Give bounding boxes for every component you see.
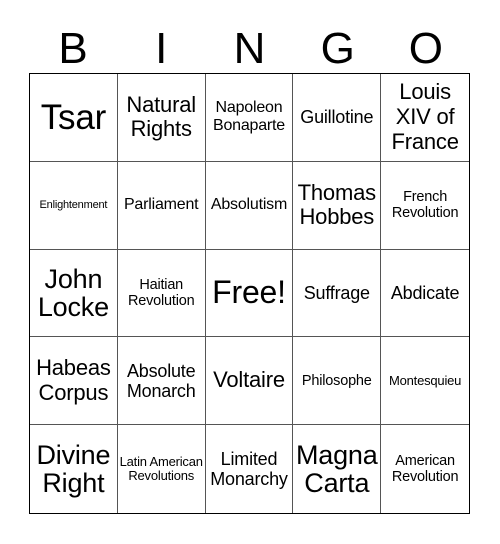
- bingo-cell[interactable]: Divine Right: [30, 425, 118, 513]
- bingo-cell[interactable]: Parliament: [117, 161, 206, 250]
- bingo-cell-text: Latin American Revolutions: [119, 453, 203, 484]
- bingo-cell[interactable]: Magna Carta: [293, 425, 382, 513]
- bingo-cell[interactable]: Thomas Hobbes: [293, 161, 382, 250]
- bingo-cell[interactable]: Philosophe: [293, 337, 382, 426]
- bingo-cell[interactable]: Natural Rights: [117, 74, 206, 162]
- bingo-cell[interactable]: Montesquieu: [381, 337, 469, 426]
- bingo-cell-text: Voltaire: [213, 367, 285, 393]
- header-letter-n: N: [233, 24, 266, 73]
- bingo-cell-text: Enlightenment: [39, 199, 108, 212]
- bingo-cell[interactable]: John Locke: [30, 249, 118, 338]
- bingo-cell-text: French Revolution: [391, 188, 459, 222]
- bingo-cell-text: Montesquieu: [388, 372, 462, 388]
- header-letter-o: O: [408, 24, 443, 73]
- header-letter-g: G: [320, 24, 355, 73]
- bingo-free-space[interactable]: Free!: [205, 249, 294, 338]
- bingo-cell[interactable]: Napoleon Bonaparte: [205, 74, 294, 162]
- bingo-cell[interactable]: Voltaire: [205, 337, 294, 426]
- bingo-cell-text: Abdicate: [390, 282, 460, 303]
- bingo-cell-text: Absolutism: [210, 196, 288, 214]
- bingo-cell[interactable]: Suffrage: [293, 249, 382, 338]
- bingo-cell-text: Suffrage: [303, 282, 370, 303]
- bingo-cell-text: Absolute Monarch: [126, 360, 196, 401]
- bingo-cell-text: Free!: [212, 274, 286, 311]
- bingo-cell[interactable]: Absolute Monarch: [117, 337, 206, 426]
- bingo-cell-text: Philosophe: [301, 372, 372, 389]
- header-letter-b: B: [58, 24, 88, 73]
- bingo-cell[interactable]: Haitian Revolution: [117, 249, 206, 338]
- bingo-cell-text: Natural Rights: [126, 91, 196, 142]
- bingo-cell-text: Divine Right: [36, 439, 111, 499]
- bingo-cell-text: Thomas Hobbes: [297, 179, 376, 230]
- bingo-cell[interactable]: Latin American Revolutions: [118, 425, 206, 513]
- bingo-cell[interactable]: Absolutism: [205, 161, 294, 250]
- bingo-cell-text: Louis XIV of France: [391, 79, 459, 154]
- bingo-cell-text: American Revolution: [391, 452, 459, 486]
- bingo-cell-text: Guillotine: [300, 107, 374, 128]
- bingo-cell-text: Parliament: [123, 196, 199, 214]
- bingo-cell-text: Napoleon Bonaparte: [212, 99, 286, 135]
- bingo-cell-text: Haitian Revolution: [127, 276, 195, 309]
- bingo-cell-text: Magna Carta: [296, 439, 378, 499]
- header-letter-i: I: [155, 24, 168, 73]
- bingo-cell[interactable]: American Revolution: [381, 425, 469, 513]
- bingo-cell[interactable]: Louis XIV of France: [381, 74, 469, 162]
- bingo-header: B I N G O: [29, 26, 470, 72]
- bingo-cell-text: Habeas Corpus: [36, 355, 111, 405]
- bingo-cell[interactable]: French Revolution: [381, 162, 469, 250]
- bingo-cell[interactable]: Habeas Corpus: [30, 337, 118, 426]
- bingo-cell[interactable]: Tsar: [30, 74, 118, 162]
- bingo-cell[interactable]: Enlightenment: [30, 161, 118, 250]
- bingo-cell-text: Tsar: [40, 97, 107, 137]
- bingo-cell[interactable]: Limited Monarchy: [206, 425, 294, 513]
- bingo-cell-text: John Locke: [37, 263, 109, 322]
- bingo-cell[interactable]: Guillotine: [293, 74, 382, 162]
- bingo-card-grid: Tsar Natural Rights Napoleon Bonaparte Guil…: [29, 73, 470, 514]
- bingo-cell[interactable]: Abdicate: [381, 250, 469, 338]
- bingo-cell-text: Limited Monarchy: [210, 448, 288, 490]
